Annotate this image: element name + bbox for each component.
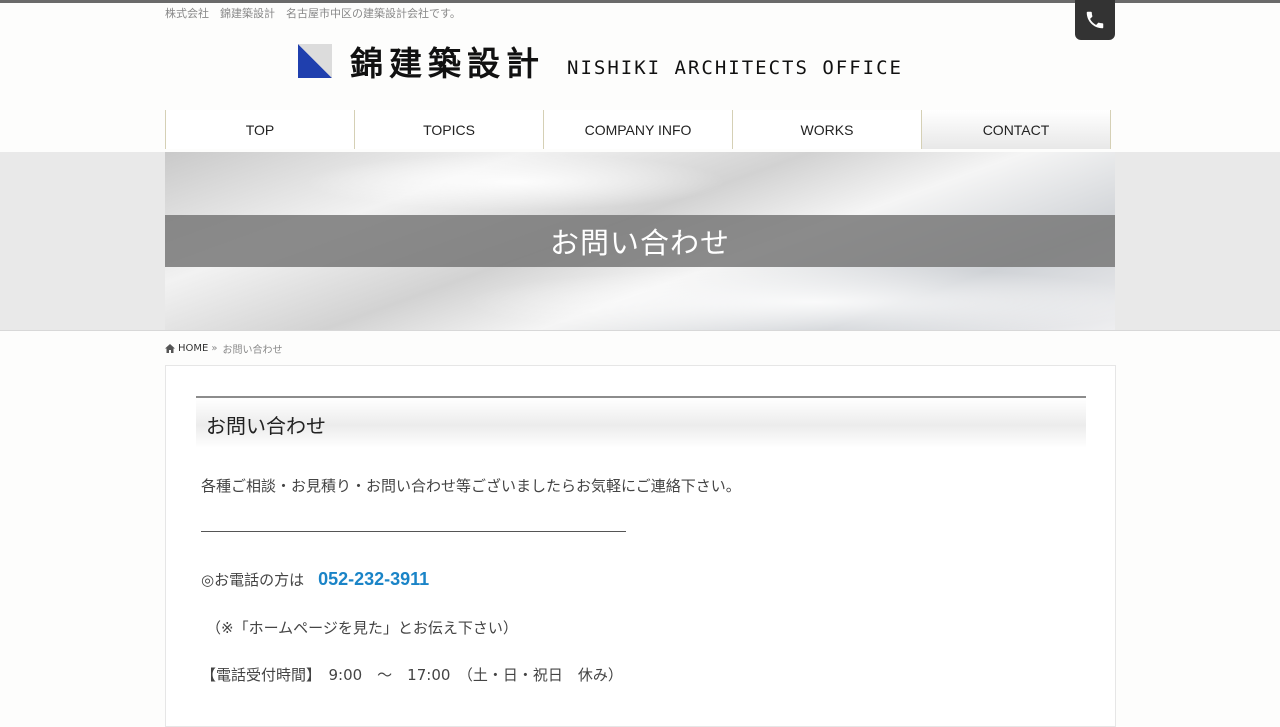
nav-item-company-info[interactable]: COMPANY INFO [544, 110, 733, 149]
hero-banner: お問い合わせ [0, 152, 1280, 331]
phone-contact-line: ◎お電話の方は 052-232-3911 [201, 569, 429, 590]
breadcrumb-current: お問い合わせ [222, 345, 283, 356]
home-icon [165, 344, 175, 353]
logo-japanese-text: 錦建築設計 [350, 44, 545, 83]
breadcrumb-separator: » [211, 343, 218, 354]
hero-title-band: お問い合わせ [165, 215, 1115, 267]
phone-label: ◎お電話の方は [201, 571, 305, 589]
content-card: お問い合わせ 各種ご相談・お見積り・お問い合わせ等ございましたらお気軽にご連絡下… [165, 365, 1116, 727]
business-hours: 【電話受付時間】 9:00 ～ 17:00 （土・日・祝日 休み） [201, 666, 623, 684]
nav-item-contact[interactable]: CONTACT [922, 110, 1111, 149]
hero-title: お問い合わせ [549, 226, 730, 260]
phone-button[interactable] [1075, 0, 1115, 40]
hero-fabric-image: お問い合わせ [165, 152, 1115, 330]
section-header: お問い合わせ [196, 396, 1086, 448]
nav-item-top[interactable]: TOP [166, 110, 355, 149]
phone-icon [1086, 11, 1104, 29]
breadcrumb: HOME » お問い合わせ [165, 341, 282, 356]
nav-item-topics[interactable]: TOPICS [355, 110, 544, 149]
divider-line [201, 531, 626, 532]
global-navigation: TOP TOPICS COMPANY INFO WORKS CONTACT [165, 110, 1112, 149]
logo-mark-icon [298, 44, 332, 78]
intro-text: 各種ご相談・お見積り・お問い合わせ等ございましたらお気軽にご連絡下さい。 [201, 477, 741, 495]
phone-note: （※「ホームページを見た」とお伝え下さい） [206, 619, 518, 637]
site-logo[interactable]: 錦建築設計 NISHIKI ARCHITECTS OFFICE [298, 38, 903, 84]
section-title: お問い合わせ [206, 414, 326, 438]
logo-english-text: NISHIKI ARCHITECTS OFFICE [567, 57, 903, 79]
breadcrumb-home-link[interactable]: HOME [178, 343, 208, 354]
nav-item-works[interactable]: WORKS [733, 110, 922, 149]
phone-number-link[interactable]: 052-232-3911 [318, 569, 429, 590]
site-tagline: 株式会社 錦建築設計 名古屋市中区の建築設計会社です。 [165, 7, 461, 20]
global-navigation-bar: TOP TOPICS COMPANY INFO WORKS CONTACT [0, 110, 1280, 155]
